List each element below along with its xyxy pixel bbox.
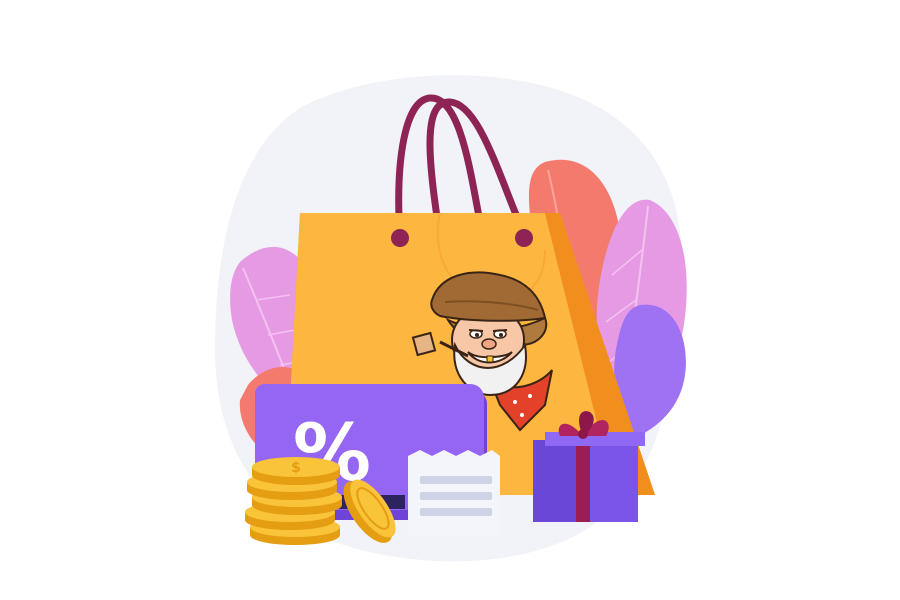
bag-rivet-left (391, 229, 409, 247)
receipt-icon (408, 450, 500, 535)
gift-ribbon-vertical (576, 440, 590, 522)
coin-dollar-symbol: $ (291, 460, 301, 476)
coin-layer-top: $ (252, 457, 340, 485)
discount-shopping-illustration: % $ (0, 0, 900, 600)
illustration-svg: % $ (215, 75, 687, 562)
bag-rivet-right (515, 229, 533, 247)
